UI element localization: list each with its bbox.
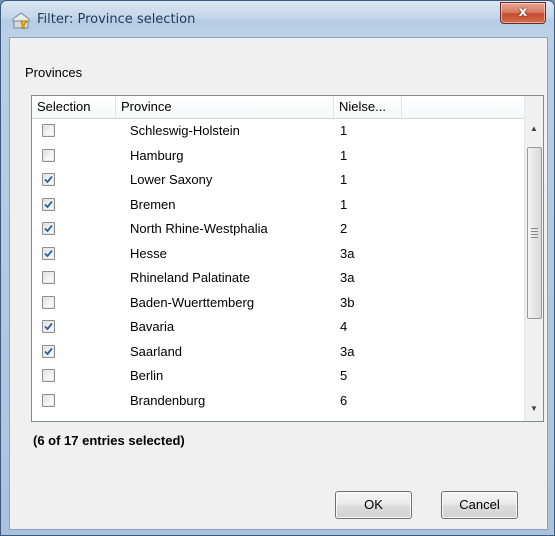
nielsen-code: 1: [340, 147, 348, 163]
nielsen-code: 2: [340, 221, 348, 236]
table-row[interactable]: Berlin 5: [32, 364, 524, 389]
table-row[interactable]: Baden-Wuerttemberg 3b: [32, 291, 524, 316]
province-name: Bavaria: [130, 319, 175, 334]
column-header-nielsen[interactable]: Nielse...: [334, 96, 402, 118]
grip-icon: [531, 228, 538, 240]
selection-checkbox[interactable]: [42, 173, 55, 186]
table-row[interactable]: Hesse 3a: [32, 242, 524, 267]
province-name: Berlin: [130, 368, 164, 383]
list-header: Selection Province Nielse...: [32, 96, 524, 119]
province-name: North Rhine-Westphalia: [130, 221, 268, 236]
province-name: Bremen: [130, 196, 176, 212]
scrollbar-thumb[interactable]: [527, 147, 542, 319]
provinces-group-label: Provinces: [25, 65, 83, 80]
filter-icon: [11, 12, 31, 30]
checkmark-icon: [44, 249, 53, 257]
selection-checkbox[interactable]: [42, 197, 55, 211]
selection-checkbox[interactable]: [42, 320, 55, 333]
selection-status: (6 of 17 entries selected): [33, 433, 185, 448]
title-bar[interactable]: Filter: Province selection x: [1, 1, 554, 37]
table-row[interactable]: North Rhine-Westphalia 2: [32, 217, 524, 242]
nielsen-code: 6: [340, 392, 348, 408]
close-button[interactable]: x: [500, 2, 546, 24]
vertical-scrollbar[interactable]: ▲ ▼: [524, 96, 543, 421]
nielsen-code: 3b: [340, 294, 355, 310]
checkmark-icon: [44, 322, 53, 331]
list-rows: Schleswig-Holstein 1 Hamburg 1 Lower Saxony 1…: [32, 119, 524, 413]
selection-checkbox[interactable]: [42, 295, 55, 309]
selection-checkbox[interactable]: [42, 222, 55, 235]
table-row[interactable]: Lower Saxony 1: [32, 168, 524, 193]
nielsen-code: 3a: [340, 245, 355, 261]
ok-button[interactable]: OK: [335, 491, 412, 519]
selection-checkbox[interactable]: [42, 148, 55, 162]
nielsen-code: 5: [340, 368, 348, 383]
column-header-selection[interactable]: Selection: [32, 96, 116, 118]
table-row[interactable]: Brandenburg 6: [32, 389, 524, 414]
province-list: Selection Province Nielse... Schleswig-H…: [31, 95, 544, 422]
nielsen-code: 1: [340, 123, 348, 138]
table-row[interactable]: Bavaria 4: [32, 315, 524, 340]
selection-checkbox[interactable]: [42, 246, 55, 260]
nielsen-code: 4: [340, 319, 348, 334]
province-name: Lower Saxony: [130, 172, 213, 187]
province-name: Hesse: [130, 245, 167, 261]
close-icon: x: [518, 5, 528, 20]
province-name: Saarland: [130, 343, 183, 359]
nielsen-code: 3a: [340, 343, 355, 359]
checkmark-icon: [44, 347, 53, 355]
table-row[interactable]: Rhineland Palatinate 3a: [32, 266, 524, 291]
checkmark-icon: [44, 224, 53, 233]
table-row[interactable]: Schleswig-Holstein 1: [32, 119, 524, 144]
province-name: Schleswig-Holstein: [130, 123, 240, 138]
checkmark-icon: [44, 175, 53, 184]
filter-dialog: Filter: Province selection x Provinces S…: [0, 0, 555, 536]
column-header-province[interactable]: Province: [116, 96, 334, 118]
nielsen-code: 1: [340, 172, 348, 187]
province-name: Hamburg: [130, 147, 184, 163]
table-row[interactable]: Saarland 3a: [32, 340, 524, 365]
province-name: Brandenburg: [130, 392, 206, 408]
selection-checkbox[interactable]: [42, 271, 55, 284]
checkmark-icon: [44, 200, 53, 208]
selection-checkbox[interactable]: [42, 369, 55, 382]
selection-checkbox[interactable]: [42, 344, 55, 358]
selection-checkbox[interactable]: [42, 124, 55, 137]
table-row[interactable]: Bremen 1: [32, 193, 524, 218]
cancel-button[interactable]: Cancel: [441, 491, 518, 519]
province-name: Rhineland Palatinate: [130, 270, 250, 285]
selection-checkbox[interactable]: [42, 393, 55, 407]
nielsen-code: 1: [340, 196, 348, 212]
scroll-down-arrow-icon[interactable]: ▼: [525, 400, 543, 417]
nielsen-code: 3a: [340, 270, 355, 285]
province-name: Baden-Wuerttemberg: [130, 294, 255, 310]
table-row[interactable]: Hamburg 1: [32, 144, 524, 169]
scroll-up-arrow-icon[interactable]: ▲: [525, 120, 543, 137]
window-title: Filter: Province selection: [37, 12, 196, 27]
